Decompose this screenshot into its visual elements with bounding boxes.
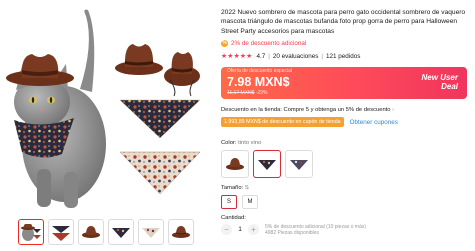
color-option-scarf-dark[interactable] (253, 150, 281, 179)
color-swatches (221, 150, 471, 179)
cat-with-cowboy-hat-illustration (6, 9, 201, 208)
image-gallery (0, 0, 205, 251)
thumbnail-hat[interactable] (78, 219, 104, 245)
main-product-image[interactable] (2, 4, 202, 211)
size-option-m[interactable]: M (242, 195, 258, 210)
rating-stars-icon[interactable]: ★★★★★ (221, 52, 252, 60)
separator: | (321, 52, 324, 60)
cat-hat-thumb-icon (21, 224, 41, 241)
thumbnail-hat-2[interactable] (168, 219, 194, 245)
hat-thumb-icon (82, 226, 100, 238)
stock-available-text: 4982 Piezas disponibles (265, 230, 319, 237)
reviews-count[interactable]: 20 evaluaciones (273, 53, 319, 60)
rating-value: 4.7 (256, 52, 266, 60)
selected-size-value: S (244, 185, 249, 192)
price-discount-percent: -29% (255, 90, 268, 97)
special-offer-tag: Oferta de descuento especial (227, 68, 293, 75)
orders-count: 121 pedidos (326, 52, 361, 60)
scarf-thumb-icon (112, 228, 130, 238)
get-coupons-link[interactable]: Obtener cupones (350, 119, 398, 126)
extra-discount-text: 2% de descuento adicional (231, 40, 307, 48)
color-option-hat[interactable] (221, 150, 249, 179)
scarf-thumb-icon (142, 228, 160, 238)
discount-dot-icon: % (221, 40, 228, 48)
store-coupon-chip[interactable]: 1.993,89 MXN$ de descuento en cupón de t… (221, 117, 344, 128)
color-option-scarf-light[interactable] (285, 150, 313, 179)
extra-discount-badge: % 2% de descuento adicional (221, 40, 471, 48)
decrease-quantity-button[interactable]: − (221, 224, 232, 236)
scarf-set-thumb-icon (52, 226, 70, 241)
thumbnail-strip (18, 219, 194, 245)
increase-quantity-button[interactable]: + (248, 224, 259, 236)
size-option-s[interactable]: S (221, 195, 237, 210)
quantity-label: Cantidad: (221, 215, 246, 222)
original-price-row: 11,17 MXN$ -29% (227, 90, 268, 96)
thumbnail-cat-hat[interactable] (18, 219, 44, 245)
scarf-swatch-icon (258, 160, 276, 171)
original-price: 11,17 MXN$ (227, 90, 255, 97)
scarf-swatch-icon (290, 160, 308, 171)
product-info-panel: 2022 Nuevo sombrero de mascota para perr… (221, 8, 471, 236)
color-label: Color: tinto vino (221, 140, 262, 147)
size-options: S M (221, 195, 471, 210)
size-label: Tamaño: S (221, 185, 249, 192)
product-title: 2022 Nuevo sombrero de mascota para perr… (221, 9, 466, 35)
selected-color-value: tinto vino (238, 140, 262, 147)
separator: | (268, 52, 270, 60)
coupon-row: 1.993,89 MXN$ de descuento en cupón de t… (221, 117, 471, 128)
rating-row: ★★★★★ 4.7 | 20 evaluaciones | 121 pedido… (221, 52, 471, 61)
quantity-value[interactable]: 1 (235, 224, 245, 235)
price-banner: Oferta de descuento especial 7.98 MXN$ 1… (221, 67, 467, 100)
new-user-deal-label: New User Deal (421, 73, 458, 92)
hat-swatch-icon (226, 158, 244, 171)
store-discount-text: Descuento en la tienda: Compre 5 y obten… (221, 107, 395, 114)
thumbnail-scarf-light[interactable] (138, 219, 164, 245)
hat-thumb-icon (172, 226, 190, 238)
quantity-info: 5% de descuento adicional (10 piezas o m… (265, 224, 366, 236)
current-price: 7.98 MXN$ (227, 75, 290, 90)
thumbnail-scarf-dark[interactable] (108, 219, 134, 245)
quantity-stepper: − 1 + 5% de descuento adicional (10 piez… (221, 224, 471, 236)
thumbnail-scarf-set[interactable] (48, 219, 74, 245)
